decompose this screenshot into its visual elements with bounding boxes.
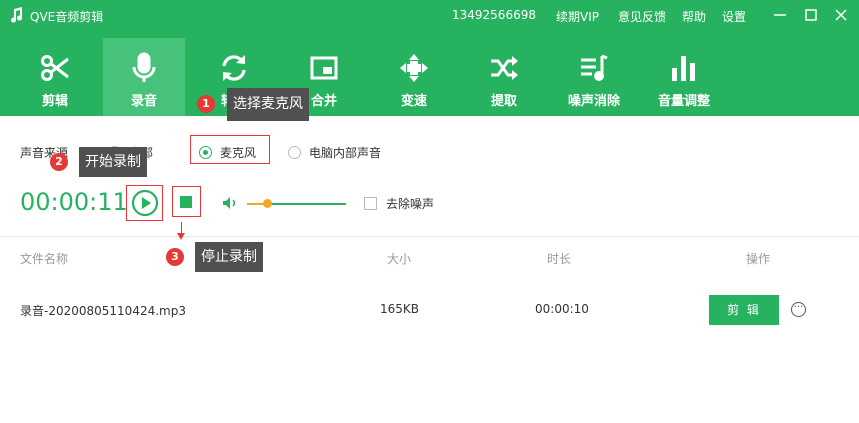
play-icon[interactable] (131, 189, 159, 217)
phone-number: 13492566698 (452, 8, 536, 22)
radio-label: 电脑内部声音 (309, 146, 382, 160)
file-duration-cell: 00:00:10 (535, 302, 589, 316)
source-system-audio-radio[interactable]: 电脑内部声音 (288, 144, 381, 161)
checkbox-box (364, 197, 377, 210)
tab-label: 音量调整 (657, 94, 710, 109)
file-size-cell: 165KB (380, 302, 420, 316)
annotation-tip-1: 选择麦克风 (227, 88, 309, 121)
annotation-tip-3: 停止录制 (195, 242, 263, 272)
more-options-icon[interactable]: ··· (791, 302, 806, 317)
denoise-checkbox[interactable]: 去除噪声 (364, 195, 434, 212)
minimize-icon[interactable] (768, 4, 792, 26)
radio-dot (288, 146, 301, 159)
renew-vip-link[interactable]: 续期VIP (556, 8, 599, 25)
radio-dot (199, 146, 212, 159)
shuffle-icon (491, 56, 518, 80)
music-note-icon (11, 7, 23, 23)
settings-link[interactable]: 设置 (722, 8, 746, 25)
tab-noise-removal[interactable]: 噪声消除 (553, 38, 635, 116)
column-header-size: 大小 (387, 252, 412, 266)
maximize-icon[interactable] (799, 4, 823, 26)
tab-label: 变速 (400, 94, 427, 109)
recording-timer: 00:00:11 (20, 188, 128, 216)
scissors-icon (41, 55, 69, 81)
microphone-icon (132, 52, 156, 82)
tab-label: 提取 (490, 94, 517, 109)
tab-speed[interactable]: 变速 (373, 38, 455, 116)
annotation-arrow-head (177, 233, 185, 240)
tab-volume-adjust[interactable]: 音量调整 (643, 38, 725, 116)
column-header-duration: 时长 (547, 252, 572, 266)
tab-label: 剪辑 (41, 94, 68, 109)
close-icon[interactable] (829, 4, 853, 26)
annotation-badge-2: 2 (50, 153, 68, 171)
tab-extract[interactable]: 提取 (463, 38, 545, 116)
main-toolbar: 剪辑 录音 转换 合并 变速 提取 (0, 30, 859, 116)
annotation-badge-3: 3 (166, 248, 184, 266)
volume-icon[interactable] (222, 196, 238, 210)
stop-icon[interactable] (180, 196, 192, 208)
help-link[interactable]: 帮助 (682, 8, 706, 25)
checkbox-label: 去除噪声 (386, 197, 435, 211)
tab-cut[interactable]: 剪辑 (14, 38, 96, 116)
bars-icon (672, 56, 695, 81)
column-header-action: 操作 (746, 252, 771, 266)
radio-label: 麦克风 (220, 146, 257, 160)
divider (0, 236, 859, 237)
tab-label: 噪声消除 (567, 94, 620, 109)
volume-slider-thumb[interactable] (263, 199, 272, 208)
annotation-tip-2: 开始录制 (79, 147, 147, 177)
refresh-icon (222, 55, 246, 81)
feedback-link[interactable]: 意见反馈 (618, 8, 666, 25)
title-bar: QVE音频剪辑 13492566698 续期VIP 意见反馈 帮助 设置 (0, 0, 859, 30)
speed-icon (400, 54, 428, 82)
source-microphone-radio[interactable]: 麦克风 (199, 144, 256, 161)
file-name-cell: 录音-20200805110424.mp3 (20, 304, 186, 318)
column-header-name: 文件名称 (20, 252, 69, 266)
noise-icon (581, 54, 608, 81)
annotation-badge-1: 1 (197, 95, 215, 113)
app-title: QVE音频剪辑 (30, 10, 104, 24)
merge-icon (310, 56, 338, 80)
edit-button[interactable]: 剪 辑 (709, 295, 779, 325)
tab-record[interactable]: 录音 (103, 38, 185, 116)
tab-label: 录音 (130, 94, 157, 109)
